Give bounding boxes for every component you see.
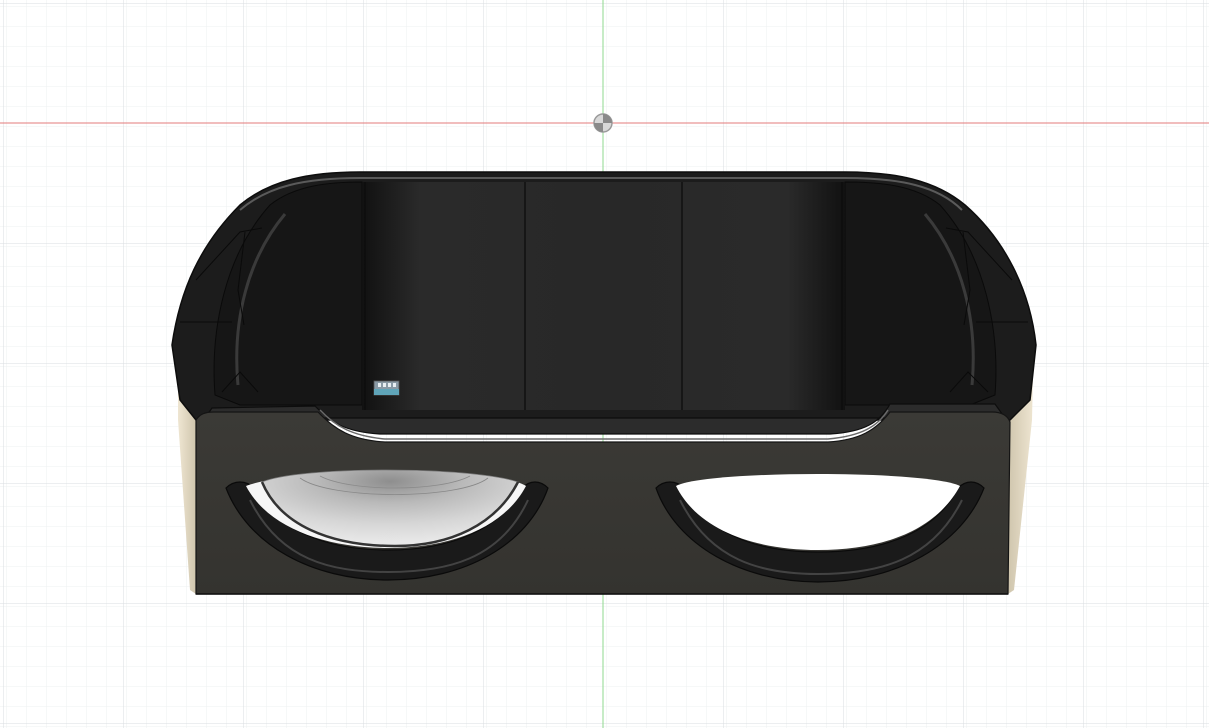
model-body[interactable] <box>171 171 1037 595</box>
component-marker-icon[interactable] <box>373 380 400 396</box>
canvas-viewport[interactable] <box>0 0 1209 728</box>
origin-marker-icon[interactable] <box>593 113 613 133</box>
back-wall <box>362 182 845 410</box>
scene-svg[interactable] <box>0 0 1209 728</box>
